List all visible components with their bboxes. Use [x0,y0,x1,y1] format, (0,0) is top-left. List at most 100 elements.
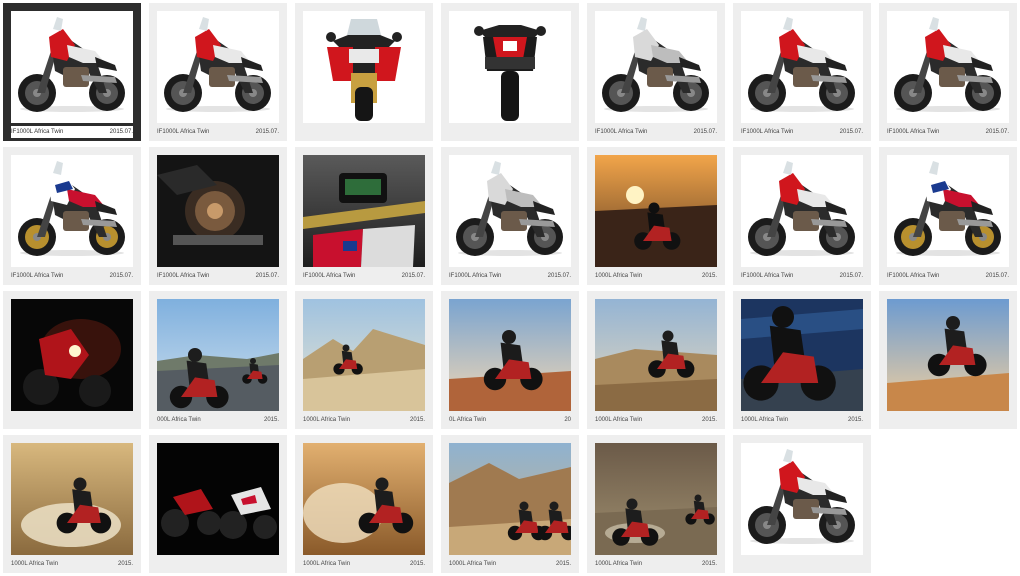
thumbnail-tile[interactable]: 1000L Africa Twin 2015. [295,291,433,429]
thumbnail-image [11,299,133,411]
thumbnail-caption: IF1000L Africa Twin 2015.07. [887,270,1009,282]
thumbnail-image [449,299,571,411]
thumbnail-tile[interactable]: IF1000L Africa Twin 2015.07. [733,147,871,285]
thumbnail-tile[interactable]: 1000L Africa Twin 2015. [441,435,579,573]
thumbnail-tile[interactable] [441,3,579,141]
thumbnail-caption: 1000L Africa Twin 2015. [595,270,717,282]
thumbnail-title: IF1000L Africa Twin [11,129,64,135]
thumbnail-tile[interactable] [149,435,287,573]
thumbnail-image [741,11,863,123]
thumbnail-tile[interactable] [3,291,141,429]
thumbnail-title: IF1000L Africa Twin [741,273,794,279]
thumbnail-image [11,443,133,555]
thumbnail-caption: IF1000L Africa Twin 2015.07. [11,270,133,282]
thumbnail-tile[interactable]: IF1000L Africa Twin 2015.07. [149,147,287,285]
thumbnail-caption: IF1000L Africa Twin 2015.07. [11,126,133,138]
thumbnail-tile[interactable]: IF1000L Africa Twin 2015.07. [587,3,725,141]
thumbnail-title: IF1000L Africa Twin [887,129,940,135]
thumbnail-tile[interactable]: IF1000L Africa Twin 2015.07. [879,3,1017,141]
thumbnail-title: 1000L Africa Twin [303,417,351,423]
thumbnail-date: 2015. [117,561,133,567]
thumbnail-tile[interactable]: IF1000L Africa Twin 2015.07. [879,147,1017,285]
thumbnail-date: 2015.07. [985,273,1009,279]
thumbnail-date: 2015. [409,561,425,567]
thumbnail-image [595,443,717,555]
thumbnail-title: IF1000L Africa Twin [449,273,502,279]
thumbnail-caption: 1000L Africa Twin 2015. [595,414,717,426]
thumbnail-tile[interactable]: 1000L Africa Twin 2015. [733,291,871,429]
thumbnail-title: 1000L Africa Twin [595,417,643,423]
thumbnail-image [303,443,425,555]
thumbnail-image [303,155,425,267]
thumbnail-caption: IF1000L Africa Twin 2015.07. [157,270,279,282]
thumbnail-title: 1000L Africa Twin [595,561,643,567]
thumbnail-tile[interactable]: 1000L Africa Twin 2015. [3,435,141,573]
thumbnail-date: 2015. [701,273,717,279]
thumbnail-title: 1000L Africa Twin [449,561,497,567]
thumbnail-tile[interactable]: 0L Africa Twin 20 [441,291,579,429]
thumbnail-date: 20 [564,417,571,423]
thumbnail-date: 2015.07. [547,273,571,279]
thumbnail-date: 2015. [263,417,279,423]
thumbnail-caption: 000L Africa Twin 2015. [157,414,279,426]
thumbnail-date: 2015. [409,417,425,423]
thumbnail-image [595,155,717,267]
thumbnail-tile[interactable]: IF1000L Africa Twin 2015.07. [295,147,433,285]
thumbnail-tile[interactable]: 1000L Africa Twin 2015. [295,435,433,573]
thumbnail-tile[interactable]: 000L Africa Twin 2015. [149,291,287,429]
thumbnail-tile[interactable]: IF1000L Africa Twin 2015.07. [3,3,141,141]
thumbnail-caption: IF1000L Africa Twin 2015.07. [449,270,571,282]
thumbnail-date: 2015.07. [839,273,863,279]
thumbnail-caption [449,126,571,138]
thumbnail-tile[interactable]: IF1000L Africa Twin 2015.07. [149,3,287,141]
thumbnail-image [449,155,571,267]
thumbnail-caption [303,126,425,138]
thumbnail-caption [741,558,863,570]
thumbnail-image [157,299,279,411]
thumbnail-title: IF1000L Africa Twin [11,273,64,279]
thumbnail-image [11,11,133,123]
thumbnail-date: 2015. [701,417,717,423]
thumbnail-tile[interactable]: 1000L Africa Twin 2015. [587,291,725,429]
thumbnail-tile[interactable] [733,435,871,573]
thumbnail-title: IF1000L Africa Twin [157,129,210,135]
thumbnail-tile[interactable]: IF1000L Africa Twin 2015.07. [733,3,871,141]
thumbnail-image [157,155,279,267]
thumbnail-image [741,299,863,411]
thumbnail-image [595,299,717,411]
thumbnail-caption: IF1000L Africa Twin 2015.07. [887,126,1009,138]
thumbnail-caption: IF1000L Africa Twin 2015.07. [303,270,425,282]
thumbnail-tile[interactable]: 1000L Africa Twin 2015. [587,435,725,573]
thumbnail-image [157,443,279,555]
thumbnail-image [449,11,571,123]
thumbnail-tile[interactable] [879,291,1017,429]
thumbnail-tile[interactable] [295,3,433,141]
thumbnail-caption: IF1000L Africa Twin 2015.07. [741,126,863,138]
thumbnail-caption: 1000L Africa Twin 2015. [595,558,717,570]
thumbnail-title: 0L Africa Twin [449,417,487,423]
thumbnail-caption: IF1000L Africa Twin 2015.07. [157,126,279,138]
thumbnail-grid: IF1000L Africa Twin 2015.07. IF1000L Afri… [0,0,1020,576]
thumbnail-tile[interactable]: IF1000L Africa Twin 2015.07. [441,147,579,285]
thumbnail-caption [887,414,1009,426]
thumbnail-date: 2015.07. [839,129,863,135]
thumbnail-date: 2015. [555,561,571,567]
thumbnail-date: 2015.07. [401,273,425,279]
thumbnail-date: 2015.07. [985,129,1009,135]
thumbnail-title: 1000L Africa Twin [303,561,351,567]
thumbnail-title: 1000L Africa Twin [11,561,59,567]
thumbnail-tile[interactable]: IF1000L Africa Twin 2015.07. [3,147,141,285]
thumbnail-image [303,11,425,123]
thumbnail-date: 2015. [701,561,717,567]
thumbnail-caption: 1000L Africa Twin 2015. [11,558,133,570]
thumbnail-image [157,11,279,123]
thumbnail-title: 000L Africa Twin [157,417,201,423]
thumbnail-image [887,11,1009,123]
thumbnail-date: 2015.07. [109,273,133,279]
thumbnail-caption: 1000L Africa Twin 2015. [449,558,571,570]
thumbnail-date: 2015.07. [255,273,279,279]
thumbnail-tile[interactable]: 1000L Africa Twin 2015. [587,147,725,285]
thumbnail-caption: 1000L Africa Twin 2015. [303,558,425,570]
thumbnail-title: IF1000L Africa Twin [303,273,356,279]
thumbnail-caption: 1000L Africa Twin 2015. [303,414,425,426]
